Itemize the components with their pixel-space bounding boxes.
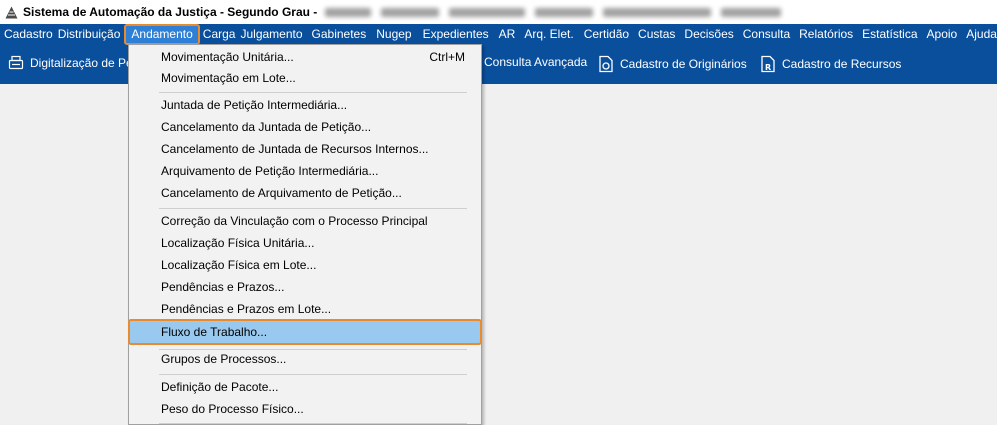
consulta-avancada-label: Consulta Avançada (484, 55, 588, 69)
menuitem-label: Pendências e Prazos... (161, 280, 285, 294)
menu-distribuicao[interactable]: Distribuição (58, 24, 123, 45)
window-title: Sistema de Automação da Justiça - Segund… (23, 5, 318, 19)
menu-julgamento[interactable]: Julgamento (240, 24, 307, 45)
menuitem-pendencias-prazos[interactable]: Pendências e Prazos... (130, 276, 480, 298)
menuitem-juntada-peticao[interactable]: Juntada de Petição Intermediária... (130, 94, 480, 116)
menuitem-correcao-vinculacao[interactable]: Correção da Vinculação com o Processo Pr… (130, 210, 480, 232)
menuitem-movimentacao-em-lote[interactable]: Movimentação em Lote... (130, 67, 480, 89)
menu-apoio[interactable]: Apoio (923, 24, 963, 45)
menuitem-label: Juntada de Petição Intermediária... (161, 98, 348, 112)
cadastro-originarios-label: Cadastro de Originários (620, 57, 747, 71)
menu-decisoes[interactable]: Decisões (680, 24, 738, 45)
title-bar: Sistema de Automação da Justiça - Segund… (0, 0, 997, 24)
menuitem-label: Fluxo de Trabalho... (161, 325, 268, 339)
menu-certidao[interactable]: Certidão (579, 24, 634, 45)
digitalizacao-label: Digitalização de Pe (30, 55, 133, 70)
menu-gabinetes[interactable]: Gabinetes (308, 24, 372, 45)
cadastro-originarios-button[interactable]: Cadastro de Originários (598, 55, 747, 73)
menu-bar: Cadastro Distribuição Andamento Carga Ju… (0, 24, 997, 45)
menuitem-cancelamento-juntada-peticao[interactable]: Cancelamento da Juntada de Petição... (130, 116, 480, 138)
menuitem-label: Correção da Vinculação com o Processo Pr… (161, 214, 428, 228)
menu-expedientes[interactable]: Expedientes (417, 24, 494, 45)
menuitem-arquivamento-peticao[interactable]: Arquivamento de Petição Intermediária... (130, 160, 480, 182)
menuitem-grupos-processos[interactable]: Grupos de Processos... (130, 348, 480, 370)
andamento-dropdown: Movimentação Unitária... Ctrl+M Moviment… (128, 44, 482, 425)
menuitem-label: Localização Física em Lote... (161, 258, 317, 272)
menuitem-shortcut: Ctrl+M (429, 50, 465, 64)
menuitem-label: Cancelamento da Juntada de Petição... (161, 120, 372, 134)
app-logo-icon (5, 5, 19, 19)
menuitem-label: Movimentação Unitária... (161, 50, 294, 64)
menuitem-definicao-pacote[interactable]: Definição de Pacote... (130, 376, 480, 398)
menuitem-localizacao-unitaria[interactable]: Localização Física Unitária... (130, 232, 480, 254)
menu-relatorios[interactable]: Relatórios (795, 24, 858, 45)
redacted-title-info (325, 7, 782, 17)
menu-separator (159, 208, 467, 209)
menuitem-cancelamento-juntada-recursos[interactable]: Cancelamento de Juntada de Recursos Inte… (130, 138, 480, 160)
menu-ajuda[interactable]: Ajuda (962, 24, 997, 45)
menuitem-label: Localização Física Unitária... (161, 236, 315, 250)
menuitem-label: Arquivamento de Petição Intermediária... (161, 164, 379, 178)
menuitem-pendencias-prazos-lote[interactable]: Pendências e Prazos em Lote... (130, 298, 480, 320)
menuitem-movimentacao-unitaria[interactable]: Movimentação Unitária... Ctrl+M (130, 46, 480, 68)
menuitem-label: Cancelamento de Arquivamento de Petição.… (161, 186, 402, 200)
document-r-icon: R (760, 55, 776, 73)
cadastro-recursos-button[interactable]: R Cadastro de Recursos (760, 55, 901, 73)
scanner-icon (8, 55, 24, 70)
menuitem-fluxo-de-trabalho[interactable]: Fluxo de Trabalho... (128, 319, 482, 345)
menu-nugep[interactable]: Nugep (371, 24, 416, 45)
menu-separator (159, 374, 467, 375)
consulta-avancada-button[interactable]: Consulta Avançada (484, 55, 587, 69)
menu-consulta[interactable]: Consulta (739, 24, 795, 45)
menuitem-localizacao-em-lote[interactable]: Localização Física em Lote... (130, 254, 480, 276)
svg-text:R: R (765, 63, 771, 72)
menuitem-peso-processo-fisico[interactable]: Peso do Processo Físico... (130, 398, 480, 420)
menu-carga[interactable]: Carga (202, 24, 241, 45)
digitalizacao-button[interactable]: Digitalização de Pe (8, 55, 133, 70)
menu-arq-elet[interactable]: Arq. Elet. (520, 24, 578, 45)
menu-cadastro[interactable]: Cadastro (0, 24, 58, 45)
menuitem-label: Pendências e Prazos em Lote... (161, 302, 332, 316)
menuitem-cancelamento-arquivamento[interactable]: Cancelamento de Arquivamento de Petição.… (130, 182, 480, 204)
menuitem-label: Movimentação em Lote... (161, 71, 296, 85)
menu-separator (159, 92, 467, 93)
menuitem-label: Grupos de Processos... (161, 352, 287, 366)
menu-andamento[interactable]: Andamento (124, 24, 200, 45)
menuitem-label: Definição de Pacote... (161, 380, 279, 394)
menuitem-label: Peso do Processo Físico... (161, 402, 304, 416)
document-o-icon (598, 55, 614, 73)
cadastro-recursos-label: Cadastro de Recursos (782, 57, 902, 71)
menuitem-label: Cancelamento de Juntada de Recursos Inte… (161, 142, 429, 156)
menu-custas[interactable]: Custas (634, 24, 680, 45)
menu-ar[interactable]: AR (494, 24, 521, 45)
menu-separator (159, 423, 467, 424)
menu-estatistica[interactable]: Estatística (858, 24, 922, 45)
